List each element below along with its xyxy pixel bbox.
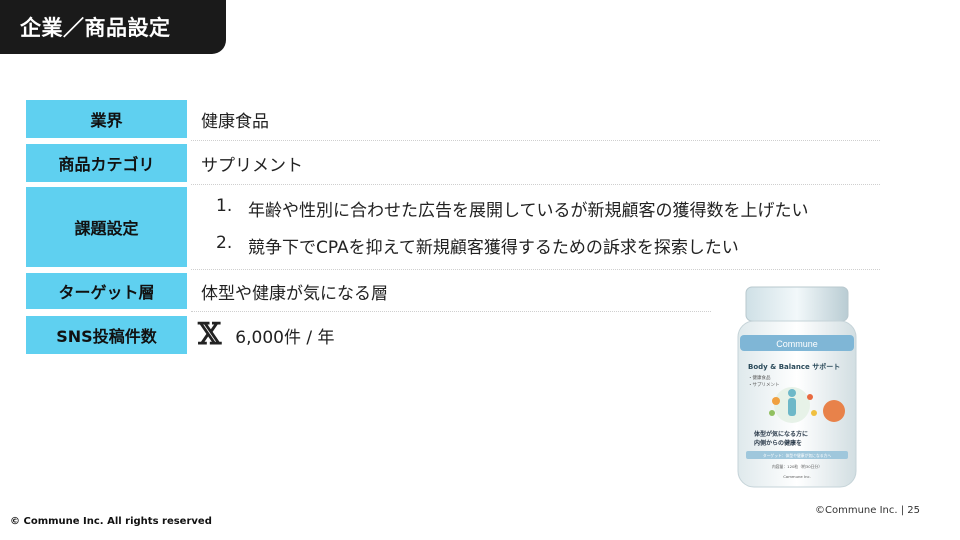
bottle-content: 内容量：120粒（約30日分） bbox=[772, 464, 822, 469]
category-label: 商品カテゴリ bbox=[26, 144, 187, 182]
industry-row: 業界 健康食品 bbox=[26, 100, 880, 141]
bottle-sub1: ・健康食品 bbox=[748, 374, 771, 381]
category-value: サプリメント bbox=[201, 155, 303, 176]
list-number: 1. bbox=[216, 196, 233, 216]
bottle-target-strip: ターゲット：体型や健康が気になる方へ bbox=[763, 453, 832, 458]
sns-value-wrap: 𝕏 6,000件 / 年 bbox=[198, 316, 334, 354]
issues-label: 課題設定 bbox=[26, 187, 187, 267]
list-text: 競争下でCPAを抑えて新規顧客獲得するための訴求を探索したい bbox=[248, 238, 739, 258]
sns-label: SNS投稿件数 bbox=[26, 316, 187, 354]
footer-copyright: © Commune Inc. All rights reserved bbox=[10, 516, 212, 527]
list-text: 年齢や性別に合わせた広告を展開しているが新規顧客の獲得数を上げたい bbox=[248, 201, 809, 221]
bottle-brand: Commune bbox=[776, 339, 818, 349]
target-label: ターゲット層 bbox=[26, 273, 187, 309]
category-row: 商品カテゴリ サプリメント bbox=[26, 144, 880, 185]
issues-row: 課題設定 1. 年齢や性別に合わせた広告を展開しているが新規顧客の獲得数を上げた… bbox=[26, 187, 880, 270]
row-divider bbox=[191, 269, 880, 270]
list-item: 2. 競争下でCPAを抑えて新規顧客獲得するための訴求を探索したい bbox=[216, 233, 809, 258]
bottle-tagline2: 内側からの健康を bbox=[754, 439, 802, 447]
page-title: 企業／商品設定 bbox=[0, 0, 226, 54]
industry-value: 健康食品 bbox=[201, 111, 269, 132]
bottle-name: Body & Balance サポート bbox=[748, 362, 840, 371]
x-logo-icon: 𝕏 bbox=[198, 317, 222, 352]
bottle-sub2: ・サプリメント bbox=[748, 382, 780, 388]
list-number: 2. bbox=[216, 233, 233, 253]
footer-page-number: ©Commune Inc. | 25 bbox=[814, 505, 920, 516]
row-divider bbox=[191, 184, 880, 185]
issues-list: 1. 年齢や性別に合わせた広告を展開しているが新規顧客の獲得数を上げたい 2. … bbox=[216, 187, 809, 267]
list-item: 1. 年齢や性別に合わせた広告を展開しているが新規顧客の獲得数を上げたい bbox=[216, 196, 809, 221]
row-divider bbox=[191, 311, 711, 312]
bottle-tagline1: 体型が気になる方に bbox=[754, 430, 808, 438]
bottle-maker: Commune Inc. bbox=[783, 474, 811, 479]
row-divider bbox=[191, 140, 880, 141]
product-bottle-image: Commune Body & Balance サポート ・健康食品 ・サプリメン… bbox=[737, 286, 857, 488]
sns-value: 6,000件 / 年 bbox=[235, 327, 335, 348]
target-value: 体型や健康が気になる層 bbox=[201, 283, 388, 304]
industry-label: 業界 bbox=[26, 100, 187, 138]
